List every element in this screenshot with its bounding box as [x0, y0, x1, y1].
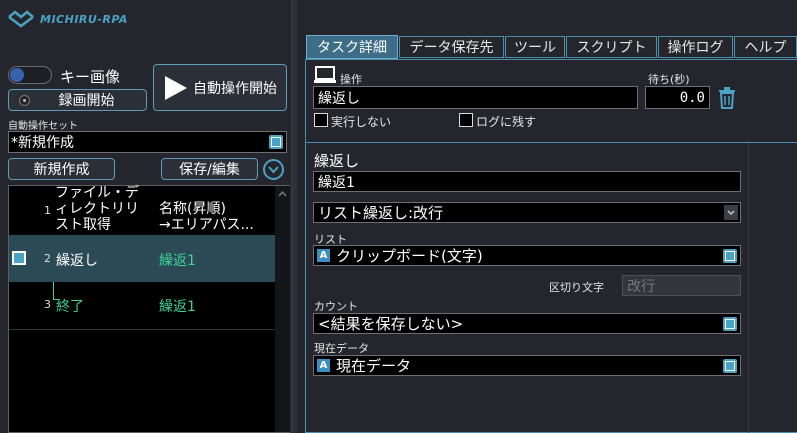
count-label: カウント — [314, 300, 358, 313]
automation-set-label: 自動操作セット — [8, 121, 78, 132]
count-field[interactable]: <結果を保存しない> — [313, 313, 741, 334]
pane-divider[interactable] — [291, 0, 297, 433]
play-icon — [165, 75, 187, 100]
row-num: 2 — [44, 252, 51, 265]
name-field[interactable]: 繰返1 — [313, 171, 741, 192]
select-dropdown-icon[interactable] — [724, 205, 738, 220]
tab-help[interactable]: ヘルプ — [734, 36, 797, 58]
row-name: 繰返1 — [159, 253, 196, 269]
start-automation-button[interactable]: 自動操作開始 — [153, 64, 287, 111]
start-automation-label: 自動操作開始 — [193, 80, 277, 97]
count-open-icon[interactable] — [723, 317, 737, 331]
header-name: 名称(昇順) →エリアパス... — [159, 201, 254, 233]
operation-label: 操作 — [340, 73, 362, 86]
current-data-open-icon[interactable] — [723, 359, 737, 373]
detail-separator — [306, 142, 797, 143]
current-data-label: 現在データ — [314, 342, 369, 355]
table-scrollbar[interactable] — [275, 186, 290, 432]
no-exec-label: 実行しない — [331, 115, 392, 129]
repeat-mode-select[interactable]: リスト繰返し:改行 — [313, 202, 741, 223]
header-num: 1 — [44, 204, 51, 217]
monitor-icon — [314, 66, 336, 83]
key-image-toggle[interactable] — [8, 66, 52, 84]
tab-task-detail[interactable]: タスク詳細 — [306, 35, 398, 59]
table-header: 1 ファイル・デ ィレクトリリ スト取得 名称(昇順) →エリアパス... — [9, 185, 275, 235]
table-row[interactable]: 3 終了 繰返1 — [9, 283, 275, 330]
record-button[interactable]: 録画開始 — [8, 89, 147, 111]
section-title: 繰返し — [314, 152, 360, 170]
key-image-label: キー画像 — [60, 68, 121, 86]
trash-icon[interactable] — [718, 87, 736, 109]
expand-chevron-icon[interactable] — [263, 159, 284, 180]
delimiter-field[interactable]: 改行 — [622, 275, 741, 296]
text-type-icon: A — [317, 249, 330, 262]
detail-left-border — [748, 143, 749, 433]
automation-set-field[interactable]: *新規作成 — [8, 131, 287, 153]
no-exec-checkbox[interactable] — [314, 113, 328, 127]
record-label: 録画開始 — [58, 93, 115, 109]
new-create-label: 新規作成 — [33, 162, 90, 178]
app-logo: MICHIRU-RPA — [6, 8, 146, 30]
save-edit-label: 保存/編集 — [179, 162, 240, 178]
row-checkbox[interactable] — [12, 251, 26, 265]
keep-log-label: ログに残す — [476, 115, 537, 129]
task-table: 1 ファイル・デ ィレクトリリ スト取得 名称(昇順) →エリアパス... 2 … — [8, 185, 290, 433]
row-num: 3 — [44, 298, 51, 311]
list-open-icon[interactable] — [723, 249, 737, 263]
current-data-field[interactable]: 現在データ — [313, 355, 741, 376]
keep-log-checkbox[interactable] — [459, 113, 473, 127]
open-set-icon[interactable] — [269, 135, 283, 149]
logo-text: MICHIRU-RPA — [40, 12, 128, 26]
logo-icon — [8, 10, 34, 28]
record-icon — [19, 95, 30, 106]
wait-label: 待ち(秒) — [648, 73, 690, 86]
header-file: ファイル・デ ィレクトリリ スト取得 — [55, 185, 139, 233]
save-edit-button[interactable]: 保存/編集 — [161, 158, 258, 180]
row-task: 終了 — [56, 299, 84, 315]
row-task: 繰返し — [56, 253, 98, 269]
tab-operation-log[interactable]: 操作ログ — [658, 36, 733, 58]
scroll-up-icon[interactable] — [275, 188, 290, 200]
delimiter-label: 区切り文字 — [549, 281, 604, 294]
list-field[interactable]: クリップボード(文字) — [313, 245, 741, 266]
operation-field[interactable]: 繰返し — [313, 86, 638, 109]
new-create-button[interactable]: 新規作成 — [8, 158, 115, 180]
row-name: 繰返1 — [159, 299, 196, 315]
table-row[interactable]: 2 繰返し 繰返1 — [9, 235, 275, 282]
tab-data-destination[interactable]: データ保存先 — [399, 36, 504, 58]
wait-field[interactable]: 0.0 — [645, 86, 710, 109]
toggle-knob — [10, 68, 24, 82]
tab-script[interactable]: スクリプト — [566, 36, 657, 58]
tab-tools[interactable]: ツール — [505, 36, 565, 58]
text-type-icon: A — [317, 359, 330, 372]
